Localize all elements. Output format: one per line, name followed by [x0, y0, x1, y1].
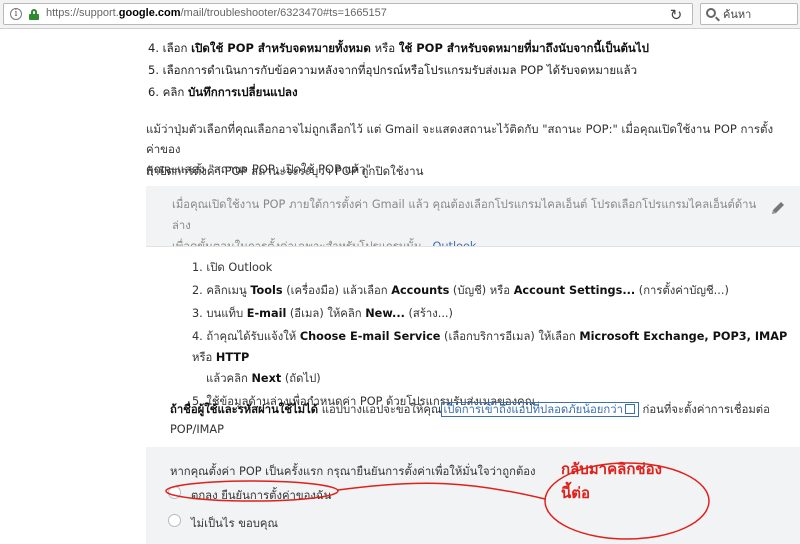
- step-bold: HTTP: [215, 351, 250, 364]
- step-text: (บัญชี) หรือ: [449, 284, 514, 297]
- list-item: 4. ถ้าคุณได้รับแจ้งให้ Choose E-mail Ser…: [192, 326, 792, 389]
- confirm-question: หากคุณตั้งค่า POP เป็นครั้งแรก กรุณายืนย…: [170, 465, 536, 478]
- address-bar[interactable]: i https://support.google.com/mail/troubl…: [3, 3, 693, 25]
- step-text: เลือกการดำเนินการกับข้อความหลังจากที่อุป…: [162, 63, 638, 77]
- step-bold: Choose E-mail Service: [299, 330, 441, 343]
- link-text: เปิดการเข้าถึงแอปที่ปลอดภัยน้อยกว่า: [443, 403, 623, 416]
- page-content: 4. เลือก เปิดใช้ POP สำหรับจดหมายทั้งหมด…: [0, 29, 800, 544]
- step-text: คลิกเมนู: [206, 284, 251, 297]
- warning-text: แอปบางแอปจะขอให้คุณ: [318, 403, 442, 416]
- steps-list-top: 4. เลือก เปิดใช้ POP สำหรับจดหมายทั้งหมด…: [148, 37, 788, 103]
- info-icon[interactable]: i: [10, 8, 22, 20]
- browser-toolbar: i https://support.google.com/mail/troubl…: [0, 0, 800, 29]
- list-item: 3. บนแท็บ E-mail (อีเมล) ให้คลิก New... …: [192, 303, 792, 324]
- step-text: เลือก: [162, 41, 192, 55]
- url-prefix: https://support.: [46, 7, 119, 19]
- search-input[interactable]: [723, 6, 795, 22]
- step-text: (การตั้งค่าบัญชี...): [635, 284, 729, 297]
- step-number: 3.: [192, 307, 203, 320]
- pencil-icon[interactable]: [768, 198, 788, 218]
- intro-line: เมื่อคุณเปิดใช้งาน POP ภายใต้การตั้งค่า …: [172, 198, 757, 232]
- steps-list-outlook: 1. เปิด Outlook 2. คลิกเมนู Tools (เครื่…: [192, 257, 792, 414]
- step-text: หรือ: [192, 351, 216, 364]
- step-bold: Next: [251, 372, 282, 385]
- step-bold: ใช้ POP สำหรับจดหมายที่มาถึงนับจากนี้เป็…: [398, 41, 649, 55]
- list-item: 4. เลือก เปิดใช้ POP สำหรับจดหมายทั้งหมด…: [148, 37, 788, 59]
- lock-icon[interactable]: [29, 9, 39, 20]
- step-bold: บันทึกการเปลี่ยนแปลง: [188, 85, 298, 99]
- external-link-icon: [624, 404, 635, 414]
- list-item: 5. เลือกการดำเนินการกับข้อความหลังจากที่…: [148, 59, 788, 81]
- step-bold: E-mail: [246, 307, 287, 320]
- step-number: 4.: [192, 330, 203, 343]
- step-number: 6.: [148, 85, 159, 99]
- step-bold: เปิดใช้ POP สำหรับจดหมายทั้งหมด: [191, 41, 371, 55]
- annotation-note: กลับมาคลิกช่อง นี้ต่อ: [561, 457, 662, 505]
- step-text: (ถัดไป): [281, 372, 321, 385]
- step-text: บนแท็บ: [206, 307, 247, 320]
- reload-icon[interactable]: ↻: [667, 6, 685, 24]
- step-text: แล้วคลิก: [206, 372, 252, 385]
- step-bold: New...: [365, 307, 405, 320]
- url-path: /mail/troubleshooter/6323470#ts=1665157: [180, 7, 387, 19]
- step-text: เปิด Outlook: [206, 261, 273, 274]
- step-number: 5.: [148, 63, 159, 77]
- annotation-line: กลับมาคลิกช่อง: [561, 460, 662, 478]
- annotation-line: นี้ต่อ: [561, 484, 591, 502]
- step-text: หรือ: [370, 41, 399, 55]
- step-number: 2.: [192, 284, 203, 297]
- search-box[interactable]: [700, 3, 798, 25]
- paragraph-line: แม้ว่าปุ่มตัวเลือกที่คุณเลือกอาจไม่ถูกเล…: [146, 122, 774, 156]
- article: 4. เลือก เปิดใช้ POP สำหรับจดหมายทั้งหมด…: [128, 29, 800, 544]
- warning-bold: ถ้าชื่อผู้ใช้และรหัสผ่านใช้ไม่ได้: [170, 403, 319, 416]
- pop-disabled-paragraph: ถ้าปิดการตั้งค่า POP สถานะจะระบุว่า POP …: [146, 161, 786, 181]
- list-item: 1. เปิด Outlook: [192, 257, 792, 278]
- radio-label[interactable]: ไม่เป็นไร ขอบคุณ: [191, 514, 278, 532]
- step-text: (อีเมล) ให้คลิก: [286, 307, 366, 320]
- step-bold: Accounts: [391, 284, 450, 297]
- less-secure-apps-link[interactable]: เปิดการเข้าถึงแอปที่ปลอดภัยน้อยกว่า: [441, 402, 639, 417]
- url-host: google.com: [118, 7, 181, 19]
- step-text: (สร้าง...): [404, 307, 453, 320]
- step-bold: Account Settings...: [513, 284, 636, 297]
- radio-button[interactable]: [168, 486, 181, 499]
- step-text: ถ้าคุณได้รับแจ้งให้: [206, 330, 300, 343]
- warning-text: POP/IMAP: [170, 423, 224, 436]
- step-text: (เครื่องมือ) แล้วเลือก: [282, 284, 392, 297]
- left-margin: [0, 29, 128, 541]
- less-secure-warning: ถ้าชื่อผู้ใช้และรหัสผ่านใช้ไม่ได้ แอปบาง…: [170, 400, 780, 440]
- list-item: 6. คลิก บันทึกการเปลี่ยนแปลง: [148, 81, 788, 103]
- radio-button[interactable]: [168, 514, 181, 527]
- list-item: 2. คลิกเมนู Tools (เครื่องมือ) แล้วเลือก…: [192, 280, 792, 301]
- step-number: 4.: [148, 41, 159, 55]
- paragraph-line: ถ้าปิดการตั้งค่า POP สถานะจะระบุว่า POP …: [146, 164, 424, 178]
- step-bold: Microsoft Exchange, POP3, IMAP: [579, 330, 788, 343]
- step-bold: Tools: [250, 284, 283, 297]
- step-text: คลิก: [162, 85, 188, 99]
- step-text: (เลือกบริการอีเมล) ให้เลือก: [440, 330, 580, 343]
- step-number: 1.: [192, 261, 203, 274]
- search-icon: [706, 8, 716, 18]
- warning-text: ก่อนที่จะตั้งค่าการเชื่อมต่อ: [638, 403, 770, 416]
- url-text[interactable]: https://support.google.com/mail/troubles…: [46, 7, 387, 19]
- radio-label[interactable]: ตกลง ยืนยันการตั้งค่าของฉัน: [191, 486, 331, 504]
- client-setup-box: เมื่อคุณเปิดใช้งาน POP ภายใต้การตั้งค่า …: [146, 186, 800, 544]
